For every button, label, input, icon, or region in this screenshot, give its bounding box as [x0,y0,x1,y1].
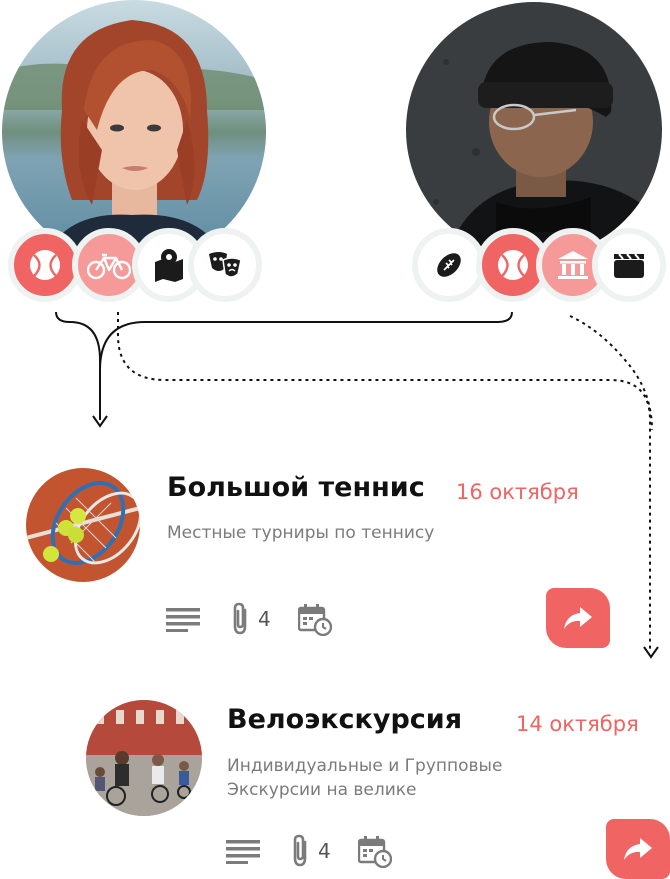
event-date: 14 октября [516,712,639,736]
calendar-clock-icon[interactable] [358,836,392,868]
paperclip-icon[interactable] [230,602,250,636]
tennis-ball-icon [498,250,528,280]
event-thumbnail [86,700,202,816]
user-1-interests [8,228,262,302]
event-thumbnail [26,468,140,582]
clapperboard-icon [614,253,644,278]
event-title: Большой теннис [167,472,425,503]
share-button[interactable] [546,588,610,648]
interest-chip-football[interactable] [412,228,486,302]
user-avatar-woman[interactable] [2,0,266,264]
museum-icon [558,251,588,279]
share-arrow-icon [624,838,652,860]
event-date: 16 октября [456,480,579,504]
event-title: Велоэкскурсия [227,704,463,735]
event-description-line1: Индивидуальные и Групповые [227,756,503,776]
text-lines-icon[interactable] [166,608,200,632]
event-card-cycling-tour[interactable]: Велоэкскурсия 14 октября Индивидуальные … [0,692,670,879]
map-pin-icon [155,249,183,282]
share-button[interactable] [606,819,670,879]
theater-masks-icon [209,252,242,278]
text-lines-icon[interactable] [226,840,260,864]
tennis-ball-icon [30,250,60,280]
interest-chip-tennis[interactable] [8,228,82,302]
calendar-clock-icon[interactable] [298,604,332,636]
paperclip-icon[interactable] [290,834,310,868]
bicycle-icon [87,253,131,280]
share-arrow-icon [564,607,592,629]
event-description-line2: Экскурсии на велике [227,780,417,800]
interest-chip-cinema[interactable] [592,228,666,302]
user-2-interests [412,228,666,302]
football-icon [437,253,461,277]
user-avatar-man[interactable] [406,2,662,258]
event-card-tennis[interactable]: Большой теннис 16 октября Местные турнир… [0,460,670,650]
interest-chip-theater[interactable] [188,228,262,302]
attachments-count: 4 [258,607,271,631]
attachments-count: 4 [318,839,331,863]
event-description: Местные турниры по теннису [167,523,435,543]
